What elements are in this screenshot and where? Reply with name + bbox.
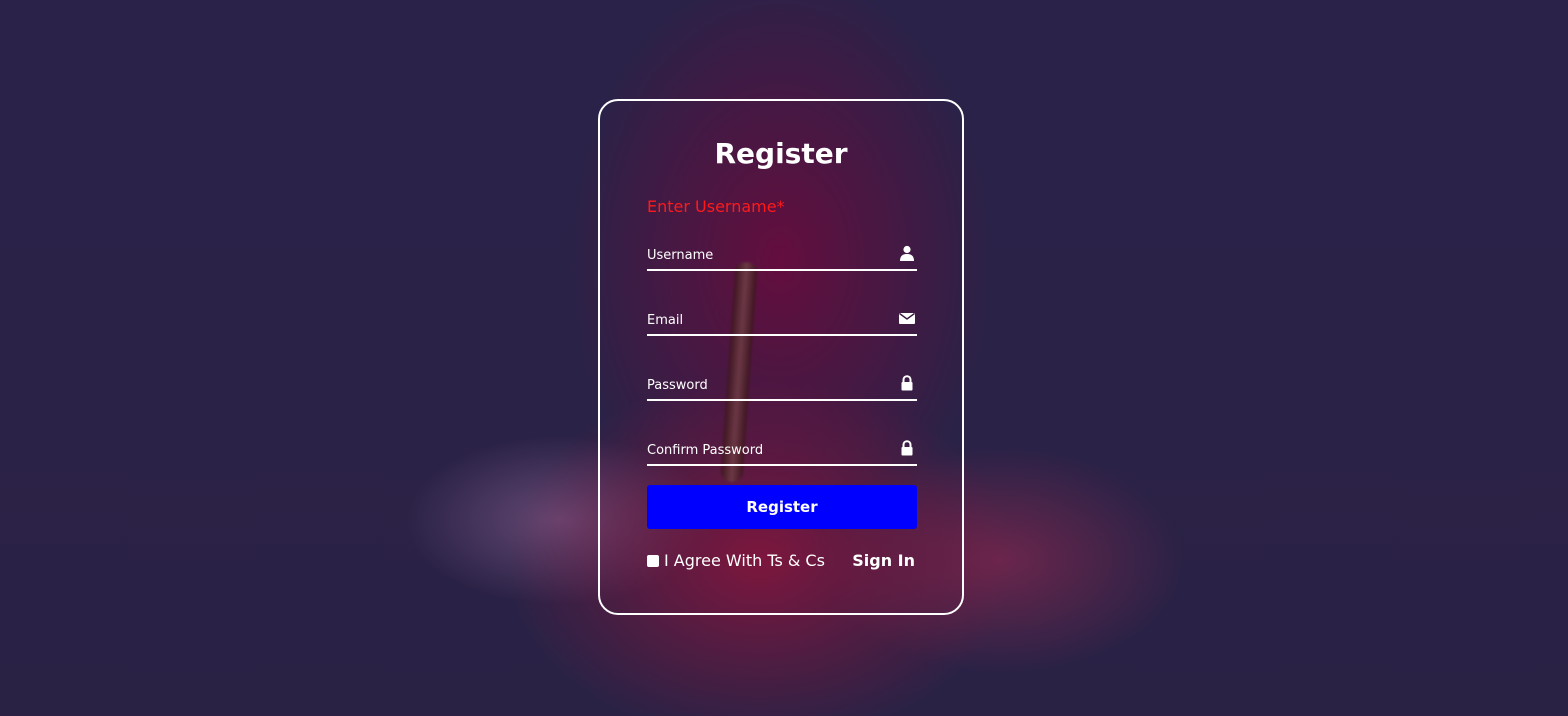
- confirm-password-field: [647, 428, 917, 466]
- error-message: Enter Username*: [647, 197, 785, 216]
- envelope-icon: [899, 312, 915, 324]
- register-button[interactable]: Register: [647, 485, 917, 529]
- email-field: [647, 298, 917, 336]
- terms-checkbox[interactable]: [647, 554, 659, 567]
- email-input[interactable]: [647, 313, 887, 328]
- user-icon: [900, 245, 914, 261]
- password-input[interactable]: [647, 378, 887, 393]
- username-field: [647, 233, 917, 271]
- password-field: [647, 363, 917, 401]
- confirm-password-input[interactable]: [647, 443, 887, 458]
- register-card: Register Enter Username* Register I A: [598, 99, 964, 615]
- lock-icon: [901, 440, 913, 456]
- sign-in-link[interactable]: Sign In: [852, 551, 915, 570]
- username-input[interactable]: [647, 248, 887, 263]
- lock-icon: [901, 375, 913, 391]
- form-title: Register: [714, 137, 848, 170]
- terms-label: I Agree With Ts & Cs: [664, 551, 825, 570]
- terms-agreement[interactable]: I Agree With Ts & Cs: [647, 551, 825, 570]
